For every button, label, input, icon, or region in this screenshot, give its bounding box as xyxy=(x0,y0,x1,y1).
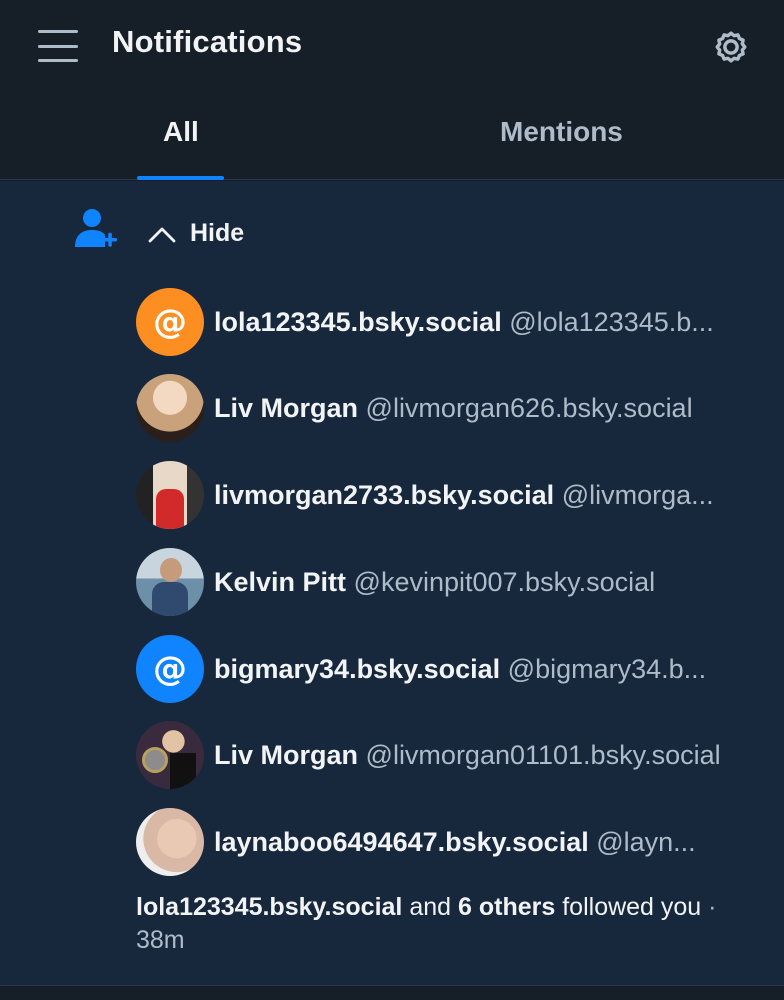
summary-action: followed you xyxy=(562,893,702,921)
tab-all[interactable]: All xyxy=(163,116,199,148)
at-icon: @ xyxy=(153,649,187,689)
hide-toggle[interactable]: Hide xyxy=(146,219,244,248)
notification-feed: Hide @ lola123345.bsky.social @lola12334… xyxy=(0,181,784,985)
list-item[interactable]: @ lola123345.bsky.social @lola123345.b..… xyxy=(136,288,776,356)
user-handle: @livmorgan01101.bsky.social xyxy=(365,739,721,770)
at-icon: @ xyxy=(153,302,187,342)
top-header: Notifications xyxy=(0,0,784,90)
page-title: Notifications xyxy=(112,24,303,59)
avatar[interactable] xyxy=(136,808,204,876)
user-handle: @bigmary34.b... xyxy=(507,653,707,684)
user-display-name: Kelvin Pitt xyxy=(214,566,347,597)
person-plus-icon xyxy=(75,209,117,247)
summary-others[interactable]: 6 others xyxy=(458,893,555,921)
user-display-name: Liv Morgan xyxy=(214,739,359,770)
list-item[interactable]: Kelvin Pitt @kevinpit007.bsky.social xyxy=(136,548,776,616)
avatar[interactable] xyxy=(136,374,204,442)
avatar[interactable] xyxy=(136,721,204,789)
bottom-divider xyxy=(0,985,784,1000)
user-handle: @kevinpit007.bsky.social xyxy=(353,566,656,597)
user-display-name: lola123345.bsky.social xyxy=(214,306,502,337)
summary-first-user[interactable]: lola123345.bsky.social xyxy=(136,893,402,921)
list-item[interactable]: laynaboo6494647.bsky.social @layn... xyxy=(136,808,776,876)
user-display-name: livmorgan2733.bsky.social xyxy=(214,479,555,510)
user-handle: @lola123345.b... xyxy=(509,306,714,337)
user-display-name: laynaboo6494647.bsky.social xyxy=(214,826,589,857)
avatar[interactable]: @ xyxy=(136,635,204,703)
list-item[interactable]: Liv Morgan @livmorgan01101.bsky.social xyxy=(136,721,776,789)
user-handle: @livmorga... xyxy=(561,479,714,510)
active-tab-indicator xyxy=(137,176,224,180)
list-item[interactable]: livmorgan2733.bsky.social @livmorga... xyxy=(136,461,776,529)
user-display-name: bigmary34.bsky.social xyxy=(214,653,501,684)
summary-and: and xyxy=(409,893,452,921)
user-handle: @livmorgan626.bsky.social xyxy=(365,392,693,423)
timestamp: 38m xyxy=(136,926,185,954)
chevron-up-icon xyxy=(148,227,176,242)
gear-icon[interactable] xyxy=(708,24,754,70)
avatar[interactable] xyxy=(136,461,204,529)
notification-summary[interactable]: lola123345.bsky.social and 6 others foll… xyxy=(136,891,756,957)
hamburger-menu-icon[interactable] xyxy=(38,30,78,62)
summary-separator: · xyxy=(708,893,717,921)
hide-label: Hide xyxy=(190,219,245,247)
list-item[interactable]: Liv Morgan @livmorgan626.bsky.social xyxy=(136,374,776,442)
user-handle: @layn... xyxy=(596,826,696,857)
list-item[interactable]: @ bigmary34.bsky.social @bigmary34.b... xyxy=(136,635,776,703)
avatar[interactable] xyxy=(136,548,204,616)
avatar[interactable]: @ xyxy=(136,288,204,356)
tab-bar: All Mentions xyxy=(0,90,784,180)
tab-mentions[interactable]: Mentions xyxy=(500,116,623,148)
user-display-name: Liv Morgan xyxy=(214,392,359,423)
